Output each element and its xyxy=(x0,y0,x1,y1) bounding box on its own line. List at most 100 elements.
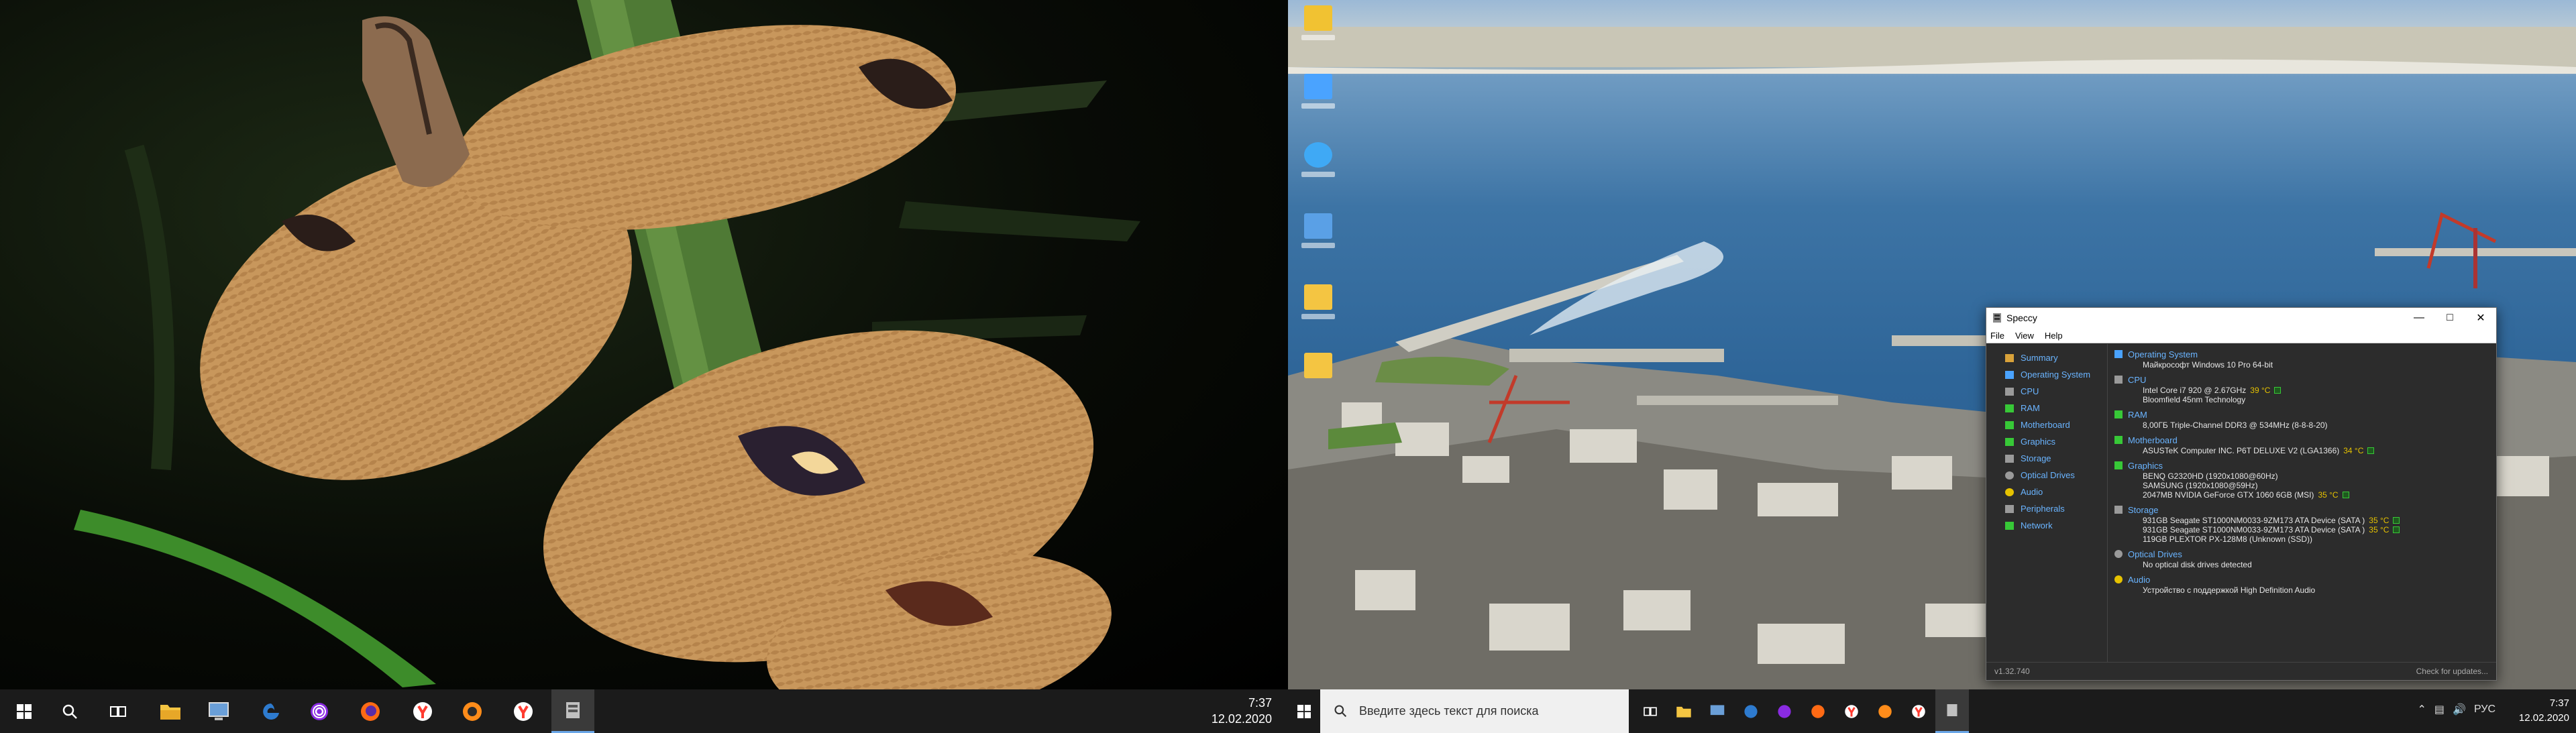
section-optical-drives: Optical Drives No optical disk drives de… xyxy=(2114,548,2496,569)
monitor-1: BENQ G2320HD (1920x1080@60Hz) xyxy=(2143,471,2278,481)
nav-ram[interactable]: RAM xyxy=(1986,400,2107,416)
task-view-button[interactable] xyxy=(1633,689,1667,733)
yandex-browser-button[interactable] xyxy=(1835,689,1868,733)
menu-help[interactable]: Help xyxy=(2045,331,2063,341)
section-motherboard: Motherboard ASUSTeK Computer INC. P6T DE… xyxy=(2114,434,2496,455)
user-folder-icon xyxy=(1304,5,1332,31)
window-title: Speccy xyxy=(2006,313,2037,323)
cpu-icon xyxy=(2114,376,2123,384)
section-graphics: Graphics BENQ G2320HD (1920x1080@60Hz) S… xyxy=(2114,459,2496,500)
firefox-dev-button[interactable] xyxy=(451,689,494,733)
firefox-dev-button[interactable] xyxy=(1868,689,1902,733)
podcast-app-button[interactable] xyxy=(1768,689,1801,733)
yandex-browser-alt-button[interactable] xyxy=(1902,689,1935,733)
maximize-button[interactable]: □ xyxy=(2434,308,2465,328)
check-updates-link[interactable]: Check for updates... xyxy=(2416,667,2488,676)
disk-2-temperature: 35 °C xyxy=(2369,525,2390,534)
start-button[interactable] xyxy=(1288,689,1320,733)
nav-peripherals[interactable]: Peripherals xyxy=(1986,500,2107,517)
chevron-up-icon[interactable]: ⌃ xyxy=(2418,703,2426,716)
task-view-button[interactable] xyxy=(97,689,140,733)
file-explorer-button[interactable] xyxy=(149,689,192,733)
nav-motherboard[interactable]: Motherboard xyxy=(1986,416,2107,433)
speccy-taskbar-button[interactable] xyxy=(551,689,594,733)
speccy-titlebar[interactable]: Speccy — □ ✕ xyxy=(1986,308,2496,328)
right-taskbar-clock[interactable]: 7:37 12.02.2020 xyxy=(2519,696,2569,726)
task-view-icon xyxy=(110,706,126,717)
firefox-dev-icon xyxy=(1878,704,1892,718)
menu-view[interactable]: View xyxy=(2015,331,2034,341)
speccy-nav: Summary Operating System CPU RAM Motherb… xyxy=(1986,344,2108,663)
minimize-button[interactable]: — xyxy=(2404,308,2434,328)
yandex-browser-icon xyxy=(1845,704,1858,718)
podcast-app-icon xyxy=(311,702,328,720)
left-taskbar-clock[interactable]: 7:37 12.02.2020 xyxy=(1212,695,1272,727)
nav-network[interactable]: Network xyxy=(1986,517,2107,534)
nav-graphics[interactable]: Graphics xyxy=(1986,433,2107,450)
edge-button[interactable] xyxy=(1734,689,1768,733)
volume-icon[interactable]: 🔊 xyxy=(2453,703,2466,716)
cpu-temperature: 39 °C xyxy=(2250,386,2271,395)
windows-os-icon xyxy=(2005,370,2014,379)
this-pc-icon xyxy=(1304,74,1332,99)
desktop-icon-network[interactable] xyxy=(1296,142,1340,186)
start-button[interactable] xyxy=(3,689,46,733)
nav-audio[interactable]: Audio xyxy=(1986,484,2107,500)
desktop-icon-this-pc[interactable] xyxy=(1296,74,1340,118)
motherboard-icon xyxy=(2114,436,2123,444)
nav-operating-system[interactable]: Operating System xyxy=(1986,366,2107,383)
snake-wallpaper xyxy=(0,0,1288,689)
firefox-button[interactable] xyxy=(349,689,392,733)
taskbar-search-box[interactable]: Введите здесь текст для поиска xyxy=(1320,689,1629,733)
desktop-app-button[interactable] xyxy=(197,689,240,733)
boa-snake-illustration xyxy=(74,0,1140,689)
speccy-app-icon xyxy=(1947,704,1957,716)
system-tray: ⌃ ▤ 🔊 РУС xyxy=(2418,703,2496,716)
os-name: Майкрософт Windows 10 Pro 64-bit xyxy=(2143,360,2273,370)
edge-button[interactable] xyxy=(250,689,292,733)
temperature-status-icon xyxy=(2393,526,2400,533)
firefox-icon xyxy=(1811,704,1825,718)
speccy-summary-content: Operating System Майкрософт Windows 10 P… xyxy=(2108,344,2496,663)
ram-icon xyxy=(2114,410,2123,418)
nav-summary[interactable]: Summary xyxy=(1986,349,2107,366)
speccy-app-icon xyxy=(566,702,580,718)
desktop-icon-folder-1[interactable] xyxy=(1296,284,1340,329)
network-tray-icon[interactable]: ▤ xyxy=(2434,703,2445,716)
podcast-app-button[interactable] xyxy=(298,689,341,733)
speccy-taskbar-button[interactable] xyxy=(1935,689,1969,733)
motherboard-icon xyxy=(2005,420,2014,429)
desktop-icon-control-panel[interactable] xyxy=(1296,213,1340,258)
desktop-icon-user-folder[interactable] xyxy=(1296,5,1340,50)
ram-icon xyxy=(2005,404,2014,412)
cpu-technology: Bloomfield 45nm Technology xyxy=(2143,395,2246,404)
yandex-browser-alt-button[interactable] xyxy=(502,689,545,733)
speccy-window: Speccy — □ ✕ File View Help Summary Oper… xyxy=(1986,307,2497,681)
search-placeholder: Введите здесь текст для поиска xyxy=(1359,704,1539,718)
search-button[interactable] xyxy=(48,689,91,733)
file-explorer-button[interactable] xyxy=(1667,689,1701,733)
graphics-icon xyxy=(2114,461,2123,469)
nav-cpu[interactable]: CPU xyxy=(1986,383,2107,400)
summary-icon xyxy=(2005,353,2014,362)
nav-optical-drives[interactable]: Optical Drives xyxy=(1986,467,2107,484)
firefox-button[interactable] xyxy=(1801,689,1835,733)
gpu-temperature: 35 °C xyxy=(2318,490,2339,500)
optical-drive-status: No optical disk drives detected xyxy=(2143,560,2252,569)
gpu-model: 2047MB NVIDIA GeForce GTX 1060 6GB (MSI) xyxy=(2143,490,2314,500)
storage-icon xyxy=(2005,454,2014,463)
close-button[interactable]: ✕ xyxy=(2465,308,2496,328)
yandex-browser-button[interactable] xyxy=(401,689,444,733)
disk-1-temperature: 35 °C xyxy=(2369,516,2390,525)
desktop-icon-folder-2[interactable] xyxy=(1296,353,1340,397)
nav-storage[interactable]: Storage xyxy=(1986,450,2107,467)
version-label: v1.32.740 xyxy=(1994,667,2030,676)
desktop-app-button[interactable] xyxy=(1701,689,1734,733)
menu-file[interactable]: File xyxy=(1990,331,2004,341)
language-indicator[interactable]: РУС xyxy=(2474,703,2496,716)
file-explorer-icon xyxy=(160,704,180,720)
left-monitor: 7:37 12.02.2020 xyxy=(0,0,1288,733)
left-taskbar: 7:37 12.02.2020 xyxy=(0,689,1288,733)
yandex-browser-icon xyxy=(413,701,432,721)
section-cpu: CPU Intel Core i7 920 @ 2.67GHz 39 °C Blo… xyxy=(2114,374,2496,404)
